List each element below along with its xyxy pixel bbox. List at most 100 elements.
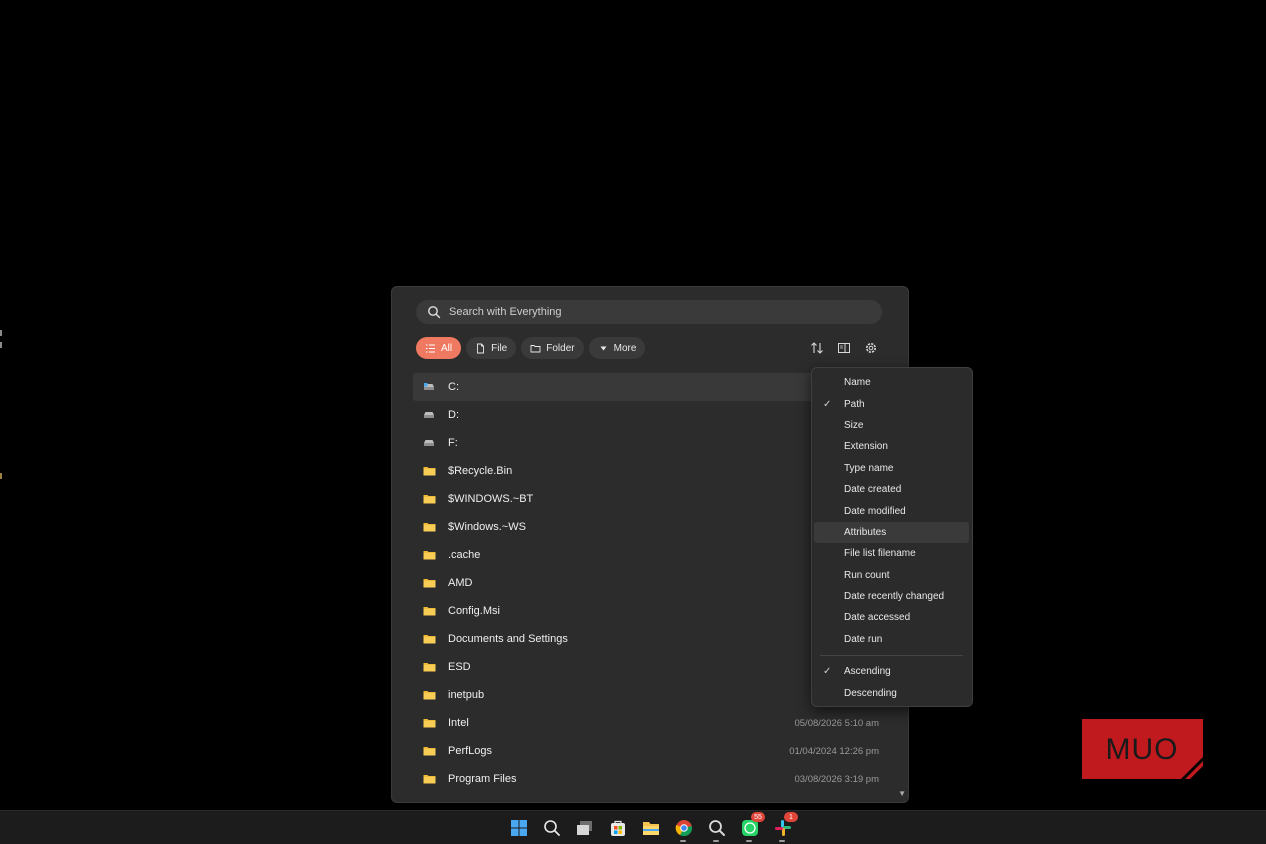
sort-option[interactable]: ✓ Ascending	[814, 661, 969, 682]
folder-icon	[423, 691, 436, 700]
folder-icon	[423, 747, 436, 756]
sort-option[interactable]: Date modified	[814, 500, 969, 521]
result-name: PerfLogs	[448, 745, 493, 757]
sort-option-label: Ascending	[844, 666, 891, 678]
drive-icon	[423, 437, 437, 449]
result-name: $Recycle.Bin	[448, 465, 513, 477]
sort-option[interactable]: ✓ Path	[814, 393, 969, 414]
settings-button[interactable]	[863, 340, 879, 356]
sort-option[interactable]: Date run	[814, 629, 969, 650]
filter-more-label: More	[613, 342, 637, 354]
result-row[interactable]: Program Files 03/08/2026 3:19 pm	[413, 765, 887, 793]
folder-icon	[423, 607, 436, 616]
windows-start-button[interactable]	[508, 817, 529, 838]
scroll-down-arrow[interactable]: ▼	[898, 789, 906, 798]
store-button[interactable]	[607, 817, 628, 838]
check-icon: ✓	[823, 398, 832, 410]
check-icon: ✓	[823, 666, 832, 678]
preview-panel-button[interactable]	[836, 340, 852, 356]
filter-file-button[interactable]: File	[466, 337, 517, 359]
list-icon	[426, 344, 435, 352]
sort-option[interactable]: Descending	[814, 682, 969, 703]
result-name: .cache	[448, 549, 481, 561]
filter-file-label: File	[491, 342, 508, 354]
filter-more-button[interactable]: More	[588, 337, 646, 359]
store-icon	[610, 820, 625, 836]
drive-c-icon	[423, 381, 437, 393]
folder-icon	[423, 551, 436, 560]
running-indicator	[779, 840, 785, 842]
task-view-button[interactable]	[574, 817, 595, 838]
result-name: F:	[448, 437, 458, 449]
taskbar-search-button[interactable]	[541, 817, 562, 838]
folder-icon	[423, 661, 437, 673]
folder-icon	[423, 495, 436, 504]
folder-icon	[423, 775, 436, 784]
result-name: AMD	[448, 577, 473, 589]
panel-icon	[838, 343, 850, 353]
search-icon	[543, 819, 560, 836]
sort-icon	[811, 342, 823, 354]
folder-icon	[423, 745, 437, 757]
sort-option-label: Date accessed	[844, 612, 911, 624]
folder-icon	[423, 605, 437, 617]
sort-option-label: Run count	[844, 569, 890, 581]
sort-option-label: Type name	[844, 462, 894, 474]
drive-c-icon	[424, 383, 434, 390]
sort-option[interactable]: File list filename	[814, 543, 969, 564]
sort-option[interactable]: Name	[814, 372, 969, 393]
result-name: $WINDOWS.~BT	[448, 493, 534, 505]
result-name: D:	[448, 409, 459, 421]
sort-option[interactable]: Date created	[814, 479, 969, 500]
sort-menu: Name ✓ Path Size Extension Type name Date crea…	[811, 367, 973, 707]
search-input[interactable]	[447, 305, 882, 319]
sort-option[interactable]: Extension	[814, 436, 969, 457]
caret-down-icon	[600, 346, 607, 350]
sort-option[interactable]: Type name	[814, 458, 969, 479]
sort-option[interactable]: Date recently changed	[814, 586, 969, 607]
chrome-button[interactable]	[673, 817, 694, 842]
drive-icon	[424, 440, 434, 446]
result-date: 05/08/2026 5:10 am	[794, 717, 879, 729]
edge-artifact	[0, 473, 2, 479]
file-explorer-button[interactable]	[640, 817, 661, 838]
sort-option-label: Date run	[844, 633, 883, 645]
folder-icon	[423, 493, 437, 505]
everything-search-icon	[708, 819, 725, 836]
result-date: 03/08/2026 3:19 pm	[794, 773, 879, 785]
search-box[interactable]	[416, 300, 882, 324]
everything-button[interactable]	[706, 817, 727, 842]
sort-option-label: Name	[844, 377, 871, 389]
folder-icon	[423, 663, 436, 672]
filter-folder-button[interactable]: Folder	[521, 337, 584, 359]
chrome-icon	[675, 819, 692, 836]
sort-option-label: Date recently changed	[844, 591, 945, 603]
sort-option[interactable]: Date accessed	[814, 607, 969, 628]
filter-all-button[interactable]: All	[416, 337, 462, 359]
result-name: ESD	[448, 661, 471, 673]
sort-option-label: Descending	[844, 687, 897, 699]
running-indicator	[680, 840, 686, 842]
search-icon	[428, 306, 441, 319]
sort-button[interactable]	[809, 340, 825, 356]
sort-option[interactable]: Size	[814, 415, 969, 436]
sort-option-label: Date created	[844, 484, 902, 496]
gear-icon	[866, 343, 876, 353]
result-name: C:	[448, 381, 459, 393]
folder-icon	[423, 549, 437, 561]
sort-option-label: Extension	[844, 441, 888, 453]
result-name: Config.Msi	[448, 605, 500, 617]
whatsapp-button[interactable]: 55	[739, 812, 765, 842]
folder-icon	[423, 465, 437, 477]
sort-option[interactable]: Run count	[814, 565, 969, 586]
sort-option[interactable]: Attributes	[814, 521, 969, 544]
result-row[interactable]: Intel 05/08/2026 5:10 am	[413, 709, 887, 737]
folder-icon	[423, 577, 437, 589]
file-explorer-icon	[642, 821, 659, 835]
result-row[interactable]: PerfLogs 01/04/2024 12:26 pm	[413, 737, 887, 765]
filter-folder-label: Folder	[546, 342, 575, 354]
filter-bar: All File Folder More	[416, 337, 646, 359]
slack-button[interactable]: 1	[772, 812, 798, 842]
sort-option-label: Path	[844, 398, 865, 410]
folder-icon	[423, 579, 436, 588]
